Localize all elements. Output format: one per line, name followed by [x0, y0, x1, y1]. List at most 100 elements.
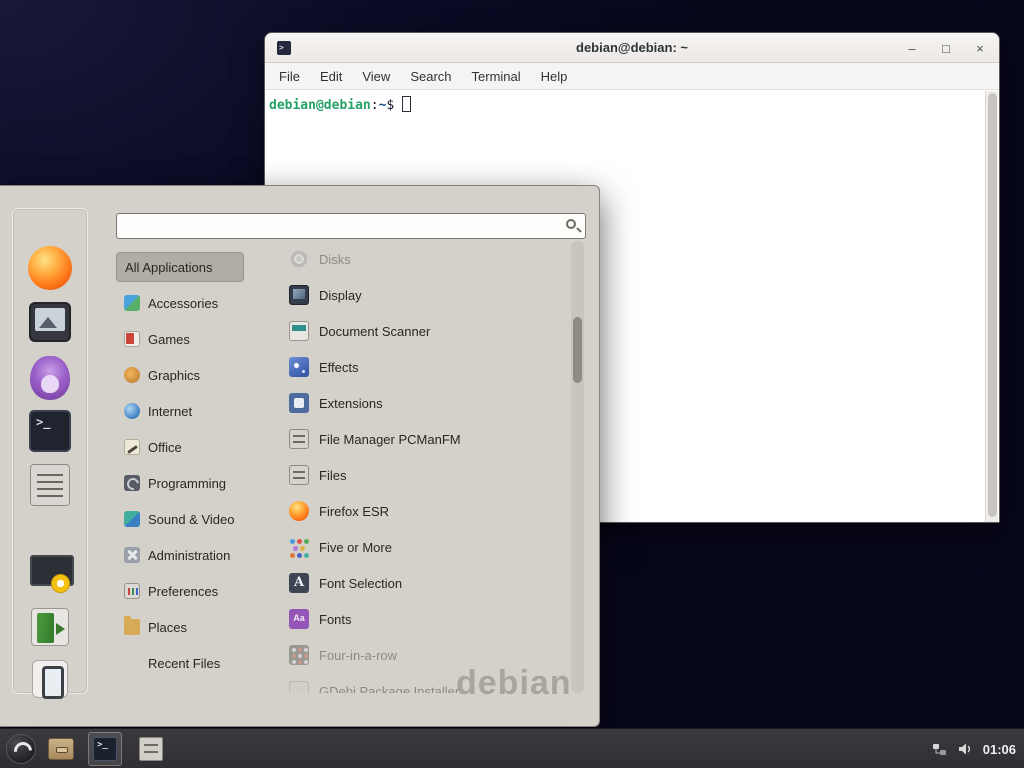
- category-places[interactable]: Places: [116, 609, 266, 645]
- category-sound-video[interactable]: Sound & Video: [116, 501, 266, 537]
- terminal-window-icon: [277, 41, 291, 55]
- sound-video-icon: [124, 511, 140, 527]
- taskbar-files-button[interactable]: [134, 732, 168, 766]
- app-label: Disks: [319, 252, 351, 267]
- image-viewer-icon: [29, 302, 71, 342]
- app-item-document-scanner[interactable]: Document Scanner: [283, 313, 571, 349]
- search-input[interactable]: [116, 213, 586, 239]
- category-games[interactable]: Games: [116, 321, 266, 357]
- search-icon: [566, 219, 576, 229]
- terminal-menubar: File Edit View Search Terminal Help: [265, 63, 999, 90]
- favorite-pidgin-button[interactable]: [30, 356, 70, 400]
- category-all-applications[interactable]: All Applications: [116, 252, 244, 282]
- pidgin-icon: [30, 356, 70, 400]
- app-item-effects[interactable]: Effects: [283, 349, 571, 385]
- menu-edit[interactable]: Edit: [320, 69, 342, 84]
- applications-scrollbar[interactable]: [571, 241, 584, 693]
- taskbar-file-manager-button[interactable]: [44, 732, 78, 766]
- prompt-user-host: debian@debian: [269, 98, 371, 113]
- applications-menu: All Applications Accessories Games Graph…: [0, 185, 600, 727]
- file-manager-icon: [289, 429, 309, 449]
- firefox-icon: [28, 246, 72, 290]
- terminal-scrollbar-thumb[interactable]: [988, 93, 997, 517]
- applications-scrollbar-thumb[interactable]: [573, 317, 582, 383]
- internet-icon: [124, 403, 140, 419]
- document-scanner-icon: [289, 321, 309, 341]
- terminal-scrollbar[interactable]: [985, 91, 998, 522]
- files-icon: [139, 737, 163, 761]
- maximize-button[interactable]: □: [937, 41, 955, 56]
- minimize-button[interactable]: –: [903, 41, 921, 56]
- app-label: Display: [319, 288, 362, 303]
- category-label: Programming: [148, 476, 226, 491]
- app-item-display[interactable]: Display: [283, 277, 571, 313]
- app-item-four-in-a-row[interactable]: Four-in-a-row: [283, 637, 571, 673]
- app-label: Extensions: [319, 396, 383, 411]
- menu-help[interactable]: Help: [541, 69, 568, 84]
- files-icon: [289, 465, 309, 485]
- favorite-text-editor-button[interactable]: [30, 464, 70, 506]
- category-internet[interactable]: Internet: [116, 393, 266, 429]
- app-item-firefox-esr[interactable]: Firefox ESR: [283, 493, 571, 529]
- programming-icon: [124, 475, 140, 491]
- category-recent-files[interactable]: Recent Files: [116, 645, 266, 681]
- taskbar-terminal-button[interactable]: [88, 732, 122, 766]
- disks-icon: [289, 249, 309, 269]
- applications-list: Disks Display Document Scanner Effects E…: [283, 241, 571, 693]
- text-editor-icon: [30, 464, 70, 506]
- accessories-icon: [124, 295, 140, 311]
- app-item-fonts[interactable]: Fonts: [283, 601, 571, 637]
- network-icon[interactable]: [932, 742, 947, 757]
- category-label: Office: [148, 440, 182, 455]
- preferences-icon: [124, 583, 140, 599]
- terminal-titlebar[interactable]: debian@debian: ~ – □ ×: [265, 33, 999, 63]
- category-preferences[interactable]: Preferences: [116, 573, 266, 609]
- favorite-firefox-button[interactable]: [28, 246, 72, 290]
- recent-files-icon: [124, 655, 140, 671]
- app-item-extensions[interactable]: Extensions: [283, 385, 571, 421]
- category-label: Recent Files: [148, 656, 220, 671]
- category-administration[interactable]: Administration: [116, 537, 266, 573]
- app-label: Fonts: [319, 612, 352, 627]
- taskbar: 01:06: [0, 728, 1024, 768]
- prompt-symbol: $: [386, 98, 394, 113]
- volume-icon[interactable]: [957, 741, 973, 757]
- lock-screen-button[interactable]: [28, 555, 72, 593]
- quit-button[interactable]: [32, 660, 68, 698]
- close-button[interactable]: ×: [971, 41, 989, 56]
- quit-icon: [32, 660, 68, 698]
- category-label: All Applications: [125, 260, 212, 275]
- desktop[interactable]: { "colors": { "desktop_bg": "#0b0b26", "…: [0, 0, 1024, 768]
- favorite-terminal-button[interactable]: [29, 410, 71, 452]
- app-item-font-selection[interactable]: Font Selection: [283, 565, 571, 601]
- app-item-files[interactable]: Files: [283, 457, 571, 493]
- app-item-file-manager-pcmanfm[interactable]: File Manager PCManFM: [283, 421, 571, 457]
- app-label: Five or More: [319, 540, 392, 555]
- file-manager-icon: [48, 738, 74, 760]
- lock-screen-icon: [28, 555, 72, 593]
- app-item-gdebi-package-installer[interactable]: GDebi Package Installer: [283, 673, 571, 693]
- category-label: Graphics: [148, 368, 200, 383]
- category-office[interactable]: Office: [116, 429, 266, 465]
- menu-button[interactable]: [6, 734, 36, 764]
- category-label: Internet: [148, 404, 192, 419]
- menu-file[interactable]: File: [279, 69, 300, 84]
- app-label: Four-in-a-row: [319, 648, 397, 663]
- menu-view[interactable]: View: [362, 69, 390, 84]
- app-item-disks[interactable]: Disks: [283, 241, 571, 277]
- fonts-icon: [289, 609, 309, 629]
- log-out-button[interactable]: [31, 608, 69, 646]
- menu-terminal[interactable]: Terminal: [472, 69, 521, 84]
- app-label: Effects: [319, 360, 359, 375]
- category-label: Administration: [148, 548, 230, 563]
- app-item-five-or-more[interactable]: Five or More: [283, 529, 571, 565]
- favorites-panel: [12, 208, 88, 694]
- terminal-icon: [93, 737, 117, 761]
- favorite-image-viewer-button[interactable]: [29, 302, 71, 342]
- category-graphics[interactable]: Graphics: [116, 357, 266, 393]
- category-programming[interactable]: Programming: [116, 465, 266, 501]
- category-accessories[interactable]: Accessories: [116, 285, 266, 321]
- app-label: File Manager PCManFM: [319, 432, 461, 447]
- menu-search[interactable]: Search: [410, 69, 451, 84]
- clock[interactable]: 01:06: [983, 742, 1016, 757]
